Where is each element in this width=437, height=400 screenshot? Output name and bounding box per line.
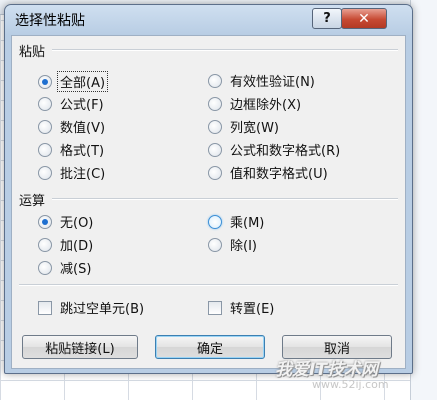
radio-icon[interactable] <box>208 73 222 88</box>
checkbox-icon[interactable] <box>208 300 222 315</box>
radio-icon[interactable] <box>208 142 222 157</box>
title-bar[interactable]: 选择性粘贴 ? ✕ <box>5 5 412 31</box>
operation-option-divide[interactable]: 除(I) <box>208 235 257 254</box>
transpose-label: 转置(E) <box>230 302 275 317</box>
paste-option-formulas[interactable]: 公式(F) <box>38 94 104 113</box>
paste-option-label: 公式(F) <box>60 98 104 113</box>
ok-button[interactable]: 确定 <box>155 335 265 359</box>
radio-icon[interactable] <box>38 237 52 252</box>
paste-option-all[interactable]: 全部(A) <box>38 71 109 92</box>
cancel-label: 取消 <box>323 341 350 357</box>
operation-option-label: 加(D) <box>60 239 94 254</box>
radio-selected-icon[interactable] <box>38 214 52 229</box>
close-button[interactable]: ✕ <box>341 8 387 29</box>
paste-option-formulas-and-number-formats[interactable]: 公式和数字格式(R) <box>208 140 340 159</box>
paste-option-values-and-number-formats[interactable]: 值和数字格式(U) <box>208 163 328 182</box>
spreadsheet-right-strip <box>410 0 437 400</box>
transpose-checkbox[interactable]: 转置(E) <box>208 298 274 317</box>
paste-option-formats[interactable]: 格式(T) <box>38 140 104 159</box>
operation-option-none[interactable]: 无(O) <box>38 212 93 231</box>
watermark-url: www.52ij.com <box>312 378 389 391</box>
paste-option-all-except-borders[interactable]: 边框除外(X) <box>208 94 301 113</box>
paste-link-button[interactable]: 粘贴链接(L) <box>22 335 138 359</box>
paste-option-label: 全部(A) <box>57 71 109 92</box>
operation-group-divider <box>52 198 398 200</box>
paste-option-validation[interactable]: 有效性验证(N) <box>208 71 315 90</box>
help-button[interactable]: ? <box>312 8 342 29</box>
radio-icon[interactable] <box>38 260 52 275</box>
operation-option-label: 减(S) <box>60 262 92 277</box>
operation-option-label: 除(I) <box>230 239 257 254</box>
skip-blanks-label: 跳过空单元(B) <box>60 302 145 317</box>
paste-group-divider <box>52 49 398 51</box>
close-icon: ✕ <box>358 10 370 27</box>
radio-selected-icon[interactable] <box>38 74 52 89</box>
radio-icon[interactable] <box>38 165 52 180</box>
checkbox-icon[interactable] <box>38 300 52 315</box>
paste-option-label: 数值(V) <box>60 121 106 136</box>
paste-option-label: 公式和数字格式(R) <box>230 144 341 159</box>
paste-link-label: 粘贴链接(L) <box>45 341 115 357</box>
operation-option-label: 乘(M) <box>230 216 265 231</box>
radio-icon[interactable] <box>38 96 52 111</box>
operation-option-add[interactable]: 加(D) <box>38 235 93 254</box>
radio-icon[interactable] <box>38 119 52 134</box>
skip-blanks-checkbox[interactable]: 跳过空单元(B) <box>38 298 144 317</box>
operation-group-label: 运算 <box>19 194 46 209</box>
paste-option-label: 值和数字格式(U) <box>230 167 328 182</box>
radio-icon[interactable] <box>208 96 222 111</box>
paste-option-values[interactable]: 数值(V) <box>38 117 105 136</box>
paste-option-label: 边框除外(X) <box>230 98 302 113</box>
paste-option-label: 列宽(W) <box>230 121 279 136</box>
help-icon: ? <box>323 11 331 26</box>
radio-icon[interactable] <box>208 165 222 180</box>
paste-option-comments[interactable]: 批注(C) <box>38 163 105 182</box>
radio-hover-icon[interactable] <box>208 214 222 229</box>
paste-option-label: 批注(C) <box>60 167 106 182</box>
operation-option-subtract[interactable]: 减(S) <box>38 258 91 277</box>
paste-option-label: 格式(T) <box>60 144 105 159</box>
operation-option-label: 无(O) <box>60 216 94 231</box>
bottom-divider <box>19 284 398 286</box>
paste-option-column-widths[interactable]: 列宽(W) <box>208 117 279 136</box>
watermark-logo: 我爱IT技术网 <box>275 360 378 380</box>
radio-icon[interactable] <box>208 119 222 134</box>
ok-label: 确定 <box>196 341 223 357</box>
paste-option-label: 有效性验证(N) <box>230 75 315 90</box>
radio-icon[interactable] <box>208 237 222 252</box>
radio-icon[interactable] <box>38 142 52 157</box>
operation-option-multiply[interactable]: 乘(M) <box>208 212 264 231</box>
paste-group-label: 粘贴 <box>19 45 46 60</box>
dialog-title: 选择性粘贴 <box>15 13 85 29</box>
paste-special-dialog: 选择性粘贴 ? ✕ 粘贴 全部(A) 公式(F) 数值(V) 格式(T) 批注(… <box>4 4 413 374</box>
dialog-client-area: 粘贴 全部(A) 公式(F) 数值(V) 格式(T) 批注(C) 有效性验证(N… <box>11 35 406 369</box>
